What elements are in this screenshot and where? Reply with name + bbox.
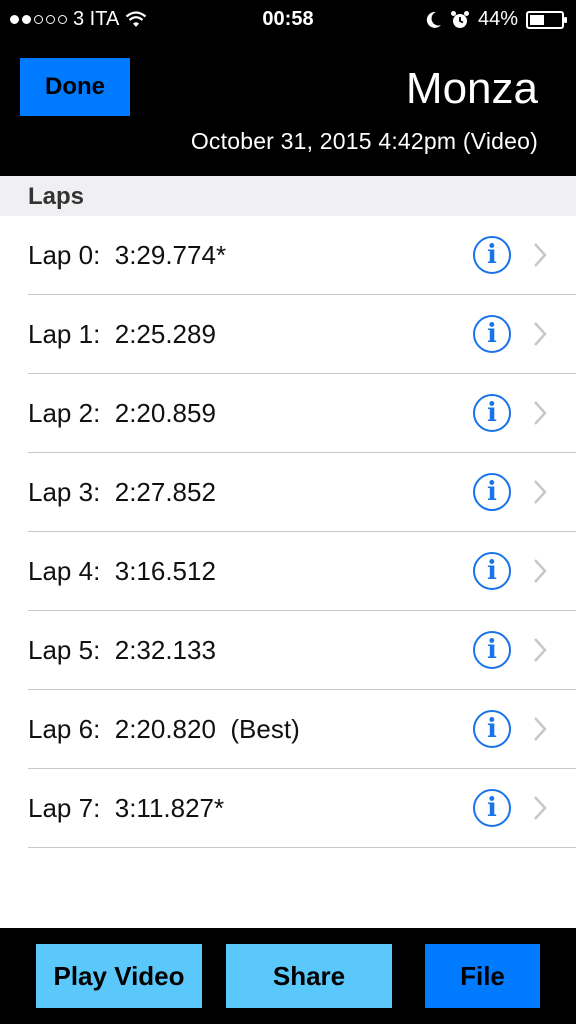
lap-row[interactable]: Lap 2: 2:20.859 i <box>0 374 576 453</box>
lap-row[interactable]: Lap 5: 2:32.133 i <box>0 611 576 690</box>
moon-icon <box>426 11 441 28</box>
lap-label: Lap 6: 2:20.820 (Best) <box>28 714 300 744</box>
lap-label: Lap 0: 3:29.774* <box>28 240 227 270</box>
done-button[interactable]: Done <box>20 58 130 116</box>
chevron-right-icon <box>534 480 547 504</box>
chevron-right-icon <box>534 559 547 583</box>
info-icon[interactable]: i <box>473 631 511 669</box>
info-icon[interactable]: i <box>473 710 511 748</box>
alarm-icon <box>450 10 469 28</box>
info-icon[interactable]: i <box>473 394 511 432</box>
chevron-right-icon <box>534 243 547 267</box>
lap-label: Lap 7: 3:11.827* <box>28 793 225 823</box>
play-video-button[interactable]: Play Video <box>36 944 202 1008</box>
chevron-right-icon <box>534 796 547 820</box>
page-title: Monza <box>405 64 538 113</box>
lap-label: Lap 1: 2:25.289 <box>28 319 216 349</box>
share-button[interactable]: Share <box>226 944 392 1008</box>
lap-row[interactable]: Lap 7: 3:11.827* i <box>0 769 576 848</box>
lap-row[interactable]: Lap 3: 2:27.852 i <box>0 453 576 532</box>
lap-row[interactable]: Lap 1: 2:25.289 i <box>0 295 576 374</box>
chevron-right-icon <box>534 401 547 425</box>
status-bar: 3 ITA 00:58 44% <box>0 0 576 40</box>
section-header-laps: Laps <box>0 176 576 216</box>
lap-label: Lap 3: 2:27.852 <box>28 477 216 507</box>
lap-row[interactable]: Lap 4: 3:16.512 i <box>0 532 576 611</box>
lap-label: Lap 4: 3:16.512 <box>28 556 216 586</box>
info-icon[interactable]: i <box>473 236 511 274</box>
session-subtitle: October 31, 2015 4:42pm (Video) <box>190 128 538 154</box>
battery-percent: 44% <box>477 8 518 30</box>
info-icon[interactable]: i <box>473 552 511 590</box>
lap-label: Lap 2: 2:20.859 <box>28 398 216 428</box>
bottom-toolbar: Play Video Share File <box>0 928 576 1024</box>
lap-label: Lap 5: 2:32.133 <box>28 635 216 665</box>
battery-icon <box>526 10 567 29</box>
section-title: Laps <box>28 183 85 210</box>
chevron-right-icon <box>534 638 547 662</box>
laps-list: Lap 0: 3:29.774* i Lap 1: 2:25.289 i Lap… <box>0 216 576 848</box>
info-icon[interactable]: i <box>473 315 511 353</box>
info-icon[interactable]: i <box>473 473 511 511</box>
row-divider <box>28 847 576 848</box>
info-icon[interactable]: i <box>473 789 511 827</box>
status-right: 44% <box>426 8 567 31</box>
file-button[interactable]: File <box>425 944 540 1008</box>
chevron-right-icon <box>534 322 547 346</box>
lap-row[interactable]: Lap 6: 2:20.820 (Best) i <box>0 690 576 769</box>
top-bar: 3 ITA 00:58 44% Done Monza October 31, 2… <box>0 0 576 176</box>
lap-row[interactable]: Lap 0: 3:29.774* i <box>0 216 576 295</box>
chevron-right-icon <box>534 717 547 741</box>
